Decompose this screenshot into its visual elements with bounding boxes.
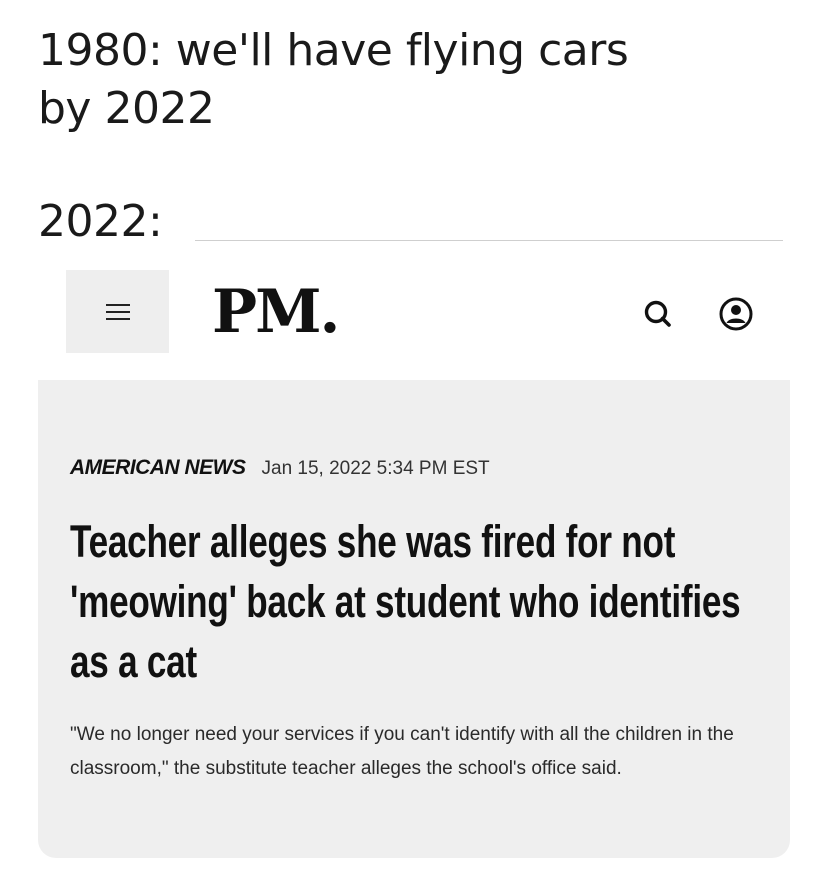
profile-button[interactable]	[718, 296, 754, 332]
article-meta: AMERICAN NEWS Jan 15, 2022 5:34 PM EST	[70, 456, 490, 480]
article-card[interactable]: AMERICAN NEWS Jan 15, 2022 5:34 PM EST Te…	[38, 380, 790, 858]
divider-line	[195, 240, 783, 241]
article-category[interactable]: AMERICAN NEWS	[70, 456, 246, 479]
site-logo[interactable]: PM.	[212, 272, 340, 352]
menu-button[interactable]	[66, 270, 169, 353]
search-icon	[644, 300, 671, 327]
user-profile-icon	[719, 297, 753, 331]
article-headline[interactable]: Teacher alleges she was fired for not 'm…	[70, 512, 756, 692]
meme-caption-top: 1980: we'll have flying cars by 2022	[38, 25, 629, 134]
search-button[interactable]	[640, 296, 676, 332]
hamburger-menu-icon	[105, 302, 130, 322]
article-date: Jan 15, 2022 5:34 PM EST	[261, 458, 490, 479]
article-excerpt: "We no longer need your services if you …	[70, 724, 734, 779]
meme-caption-bottom: 2022:	[38, 196, 163, 247]
